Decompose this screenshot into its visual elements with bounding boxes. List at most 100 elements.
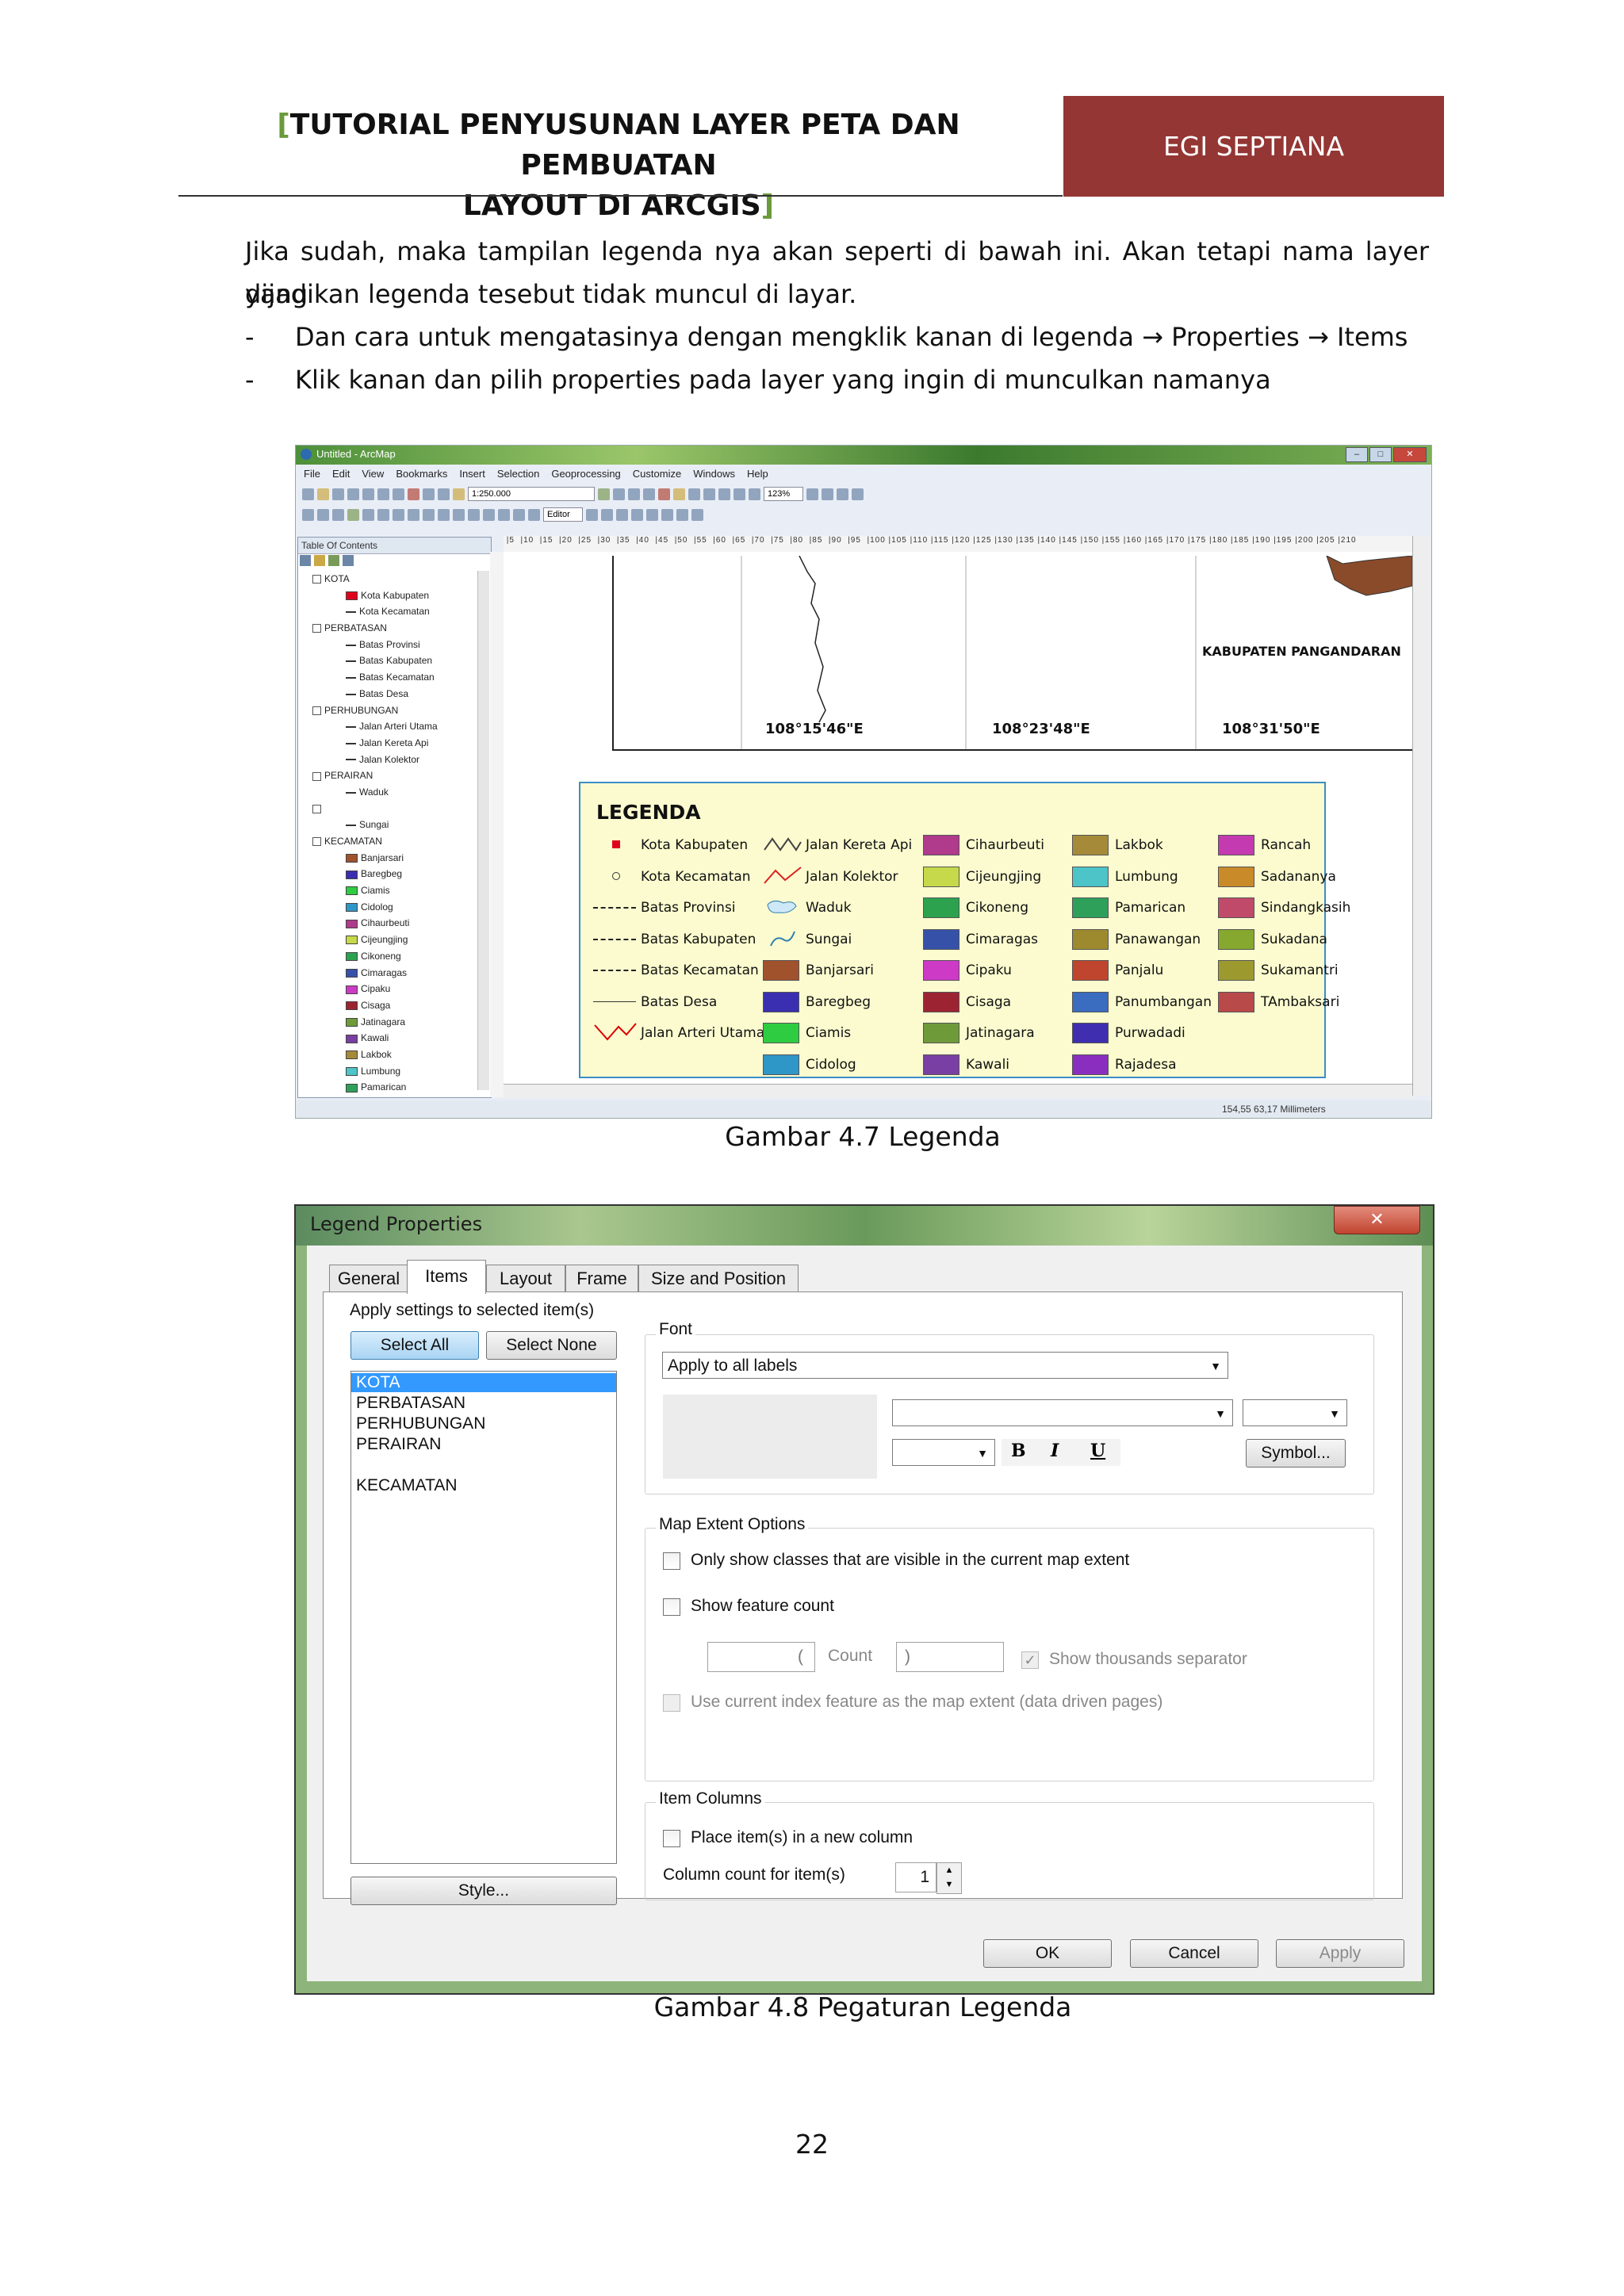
- cancel-button[interactable]: Cancel: [1130, 1939, 1258, 1968]
- straight-segment-icon[interactable]: [616, 508, 628, 521]
- toc-layer-row[interactable]: Batas Kabupaten: [298, 652, 477, 669]
- layer-visibility-checkbox[interactable]: [312, 771, 321, 781]
- layout-vertical-scrollbar[interactable]: [1412, 536, 1431, 1096]
- zoom-in-icon[interactable]: [302, 508, 314, 521]
- legend-items-listbox[interactable]: KOTA PERBATASAN PERHUBUNGAN PERAIRAN KECAMAT…: [350, 1371, 617, 1864]
- fixed-zoom-in-icon[interactable]: [718, 488, 730, 500]
- list-by-drawing-order-icon[interactable]: [300, 555, 311, 566]
- layer-visibility-checkbox[interactable]: [312, 706, 321, 715]
- layer-visibility-checkbox[interactable]: [312, 624, 321, 633]
- toc-layer-row[interactable]: Batas Kecamatan: [298, 669, 477, 686]
- layer-visibility-checkbox[interactable]: [312, 837, 321, 847]
- show-count-checkbox[interactable]: [663, 1598, 680, 1616]
- arctoolbox-icon[interactable]: [658, 488, 670, 500]
- menu-item[interactable]: Selection: [497, 468, 539, 480]
- font-name-combo[interactable]: ▼: [892, 1399, 1233, 1426]
- apply-button[interactable]: Apply: [1276, 1939, 1404, 1968]
- zoom-whole-page-icon[interactable]: [703, 488, 715, 500]
- legend-item-entry[interactable]: PERAIRAN: [356, 1435, 441, 1454]
- legend-item-entry[interactable]: PERHUBUNGAN: [356, 1414, 485, 1433]
- toc-layer-row[interactable]: Jalan Kolektor: [298, 752, 477, 768]
- fixed-zoom-out-icon[interactable]: [733, 488, 745, 500]
- menu-item[interactable]: Insert: [459, 468, 485, 480]
- editor-menu[interactable]: Editor: [543, 507, 583, 522]
- column-count-field[interactable]: 1: [895, 1862, 936, 1892]
- change-layout-icon[interactable]: [837, 488, 848, 500]
- toc-layer-row[interactable]: Sungai: [298, 817, 477, 833]
- data-driven-pages-icon[interactable]: [852, 488, 864, 500]
- layout-zoom-combo[interactable]: 123%: [764, 487, 803, 501]
- toc-layer-row[interactable]: KECAMATAN: [298, 833, 477, 850]
- toc-layer-row[interactable]: Cimaragas: [298, 965, 477, 982]
- menu-item[interactable]: File: [304, 468, 320, 480]
- font-color-combo[interactable]: ▼: [892, 1439, 995, 1466]
- toc-layer-row[interactable]: Waduk: [298, 784, 477, 801]
- sketch-properties-icon[interactable]: [691, 508, 703, 521]
- menu-item[interactable]: Bookmarks: [396, 468, 447, 480]
- toc-layer-row[interactable]: Jatinagara: [298, 1014, 477, 1031]
- ok-button[interactable]: OK: [983, 1939, 1112, 1968]
- select-elements-icon[interactable]: [423, 508, 435, 521]
- modelbuilder-icon[interactable]: [688, 488, 700, 500]
- search-icon[interactable]: [643, 488, 655, 500]
- toc-layer-row[interactable]: Batas Provinsi: [298, 637, 477, 653]
- toc-layer-row[interactable]: Kawali: [298, 1030, 477, 1047]
- menu-item[interactable]: Customize: [633, 468, 681, 480]
- close-button[interactable]: ✕: [1393, 447, 1427, 462]
- count-suffix-field[interactable]: ): [896, 1642, 1004, 1672]
- sketch-tool-icon[interactable]: [601, 508, 613, 521]
- focus-frame-icon[interactable]: [822, 488, 833, 500]
- font-apply-combo[interactable]: Apply to all labels ▼: [662, 1352, 1228, 1379]
- time-slider-icon[interactable]: [513, 508, 525, 521]
- toc-layer-row[interactable]: Jalan Kereta Api: [298, 735, 477, 752]
- legend-item-entry[interactable]: KECAMATAN: [356, 1476, 458, 1495]
- toc-layer-row[interactable]: Pamarican: [298, 1079, 477, 1096]
- place-new-column-checkbox[interactable]: [663, 1830, 680, 1847]
- delete-icon[interactable]: [408, 488, 419, 500]
- redo-icon[interactable]: [438, 488, 450, 500]
- undo-icon[interactable]: [423, 488, 435, 500]
- dialog-close-button[interactable]: ✕: [1334, 1206, 1420, 1234]
- select-all-button[interactable]: Select All: [350, 1331, 479, 1360]
- toc-layer-row[interactable]: Cikoneng: [298, 948, 477, 965]
- select-features-icon[interactable]: [408, 508, 419, 521]
- find-route-icon[interactable]: [528, 508, 540, 521]
- layer-visibility-checkbox[interactable]: [312, 575, 321, 584]
- table-icon[interactable]: [613, 488, 625, 500]
- legend-item-entry[interactable]: KOTA: [351, 1373, 616, 1392]
- menu-item[interactable]: Edit: [332, 468, 350, 480]
- toc-layer-row[interactable]: PERBATASAN: [298, 620, 477, 637]
- trace-icon[interactable]: [631, 508, 643, 521]
- legend-element[interactable]: LEGENDA Kota Kabupaten Kota Kecamatan Bata…: [579, 782, 1350, 1078]
- editor-toolbar-icon[interactable]: [598, 488, 610, 500]
- tab-items[interactable]: Items: [407, 1260, 486, 1294]
- save-icon[interactable]: [332, 488, 344, 500]
- list-by-source-icon[interactable]: [314, 555, 325, 566]
- cut-icon[interactable]: [362, 488, 374, 500]
- toggle-draft-icon[interactable]: [806, 488, 818, 500]
- toc-layer-row[interactable]: PERAIRAN: [298, 767, 477, 784]
- copy-icon[interactable]: [377, 488, 389, 500]
- symbol-button[interactable]: Symbol...: [1246, 1439, 1346, 1468]
- toc-layer-row[interactable]: Kota Kabupaten: [298, 587, 477, 604]
- tab-layout[interactable]: Layout: [486, 1265, 565, 1292]
- only-visible-checkbox[interactable]: [663, 1552, 680, 1570]
- toc-layer-row[interactable]: Batas Desa: [298, 686, 477, 702]
- find-icon[interactable]: [453, 508, 465, 521]
- toc-layer-row[interactable]: Cipaku: [298, 981, 477, 997]
- map-scale-combo[interactable]: 1:250.000: [468, 487, 595, 501]
- attributes-icon[interactable]: [676, 508, 688, 521]
- html-popup-icon[interactable]: [498, 508, 510, 521]
- style-button[interactable]: Style...: [350, 1877, 617, 1905]
- back-extent-icon[interactable]: [377, 508, 389, 521]
- toc-layer-row[interactable]: PERHUBUNGAN: [298, 702, 477, 719]
- zoom-100-icon[interactable]: [749, 488, 760, 500]
- open-icon[interactable]: [317, 488, 329, 500]
- minimize-button[interactable]: –: [1346, 447, 1368, 462]
- split-icon[interactable]: [646, 508, 658, 521]
- edit-tool-icon[interactable]: [586, 508, 598, 521]
- thousands-separator-checkbox[interactable]: ✓: [1021, 1651, 1039, 1669]
- tab-frame[interactable]: Frame: [565, 1265, 638, 1292]
- fixed-zoom-icon[interactable]: [362, 508, 374, 521]
- toc-layer-row[interactable]: Cihaurbeuti: [298, 915, 477, 932]
